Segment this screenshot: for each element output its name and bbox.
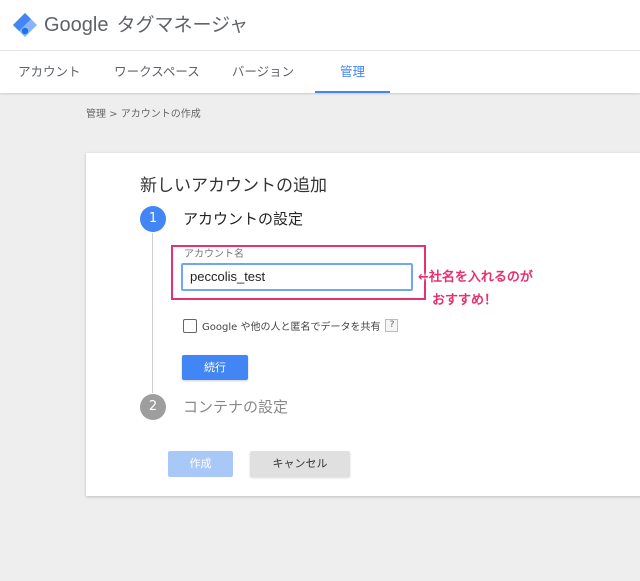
share-data-row: Google や他の人と匿名でデータを共有? (183, 315, 399, 333)
app-title: Google タグマネージャ (44, 12, 248, 38)
breadcrumb: 管理 > アカウントの作成 (86, 109, 201, 120)
active-tab-indicator (315, 91, 390, 93)
page-title: 新しいアカウントの追加 (140, 176, 327, 196)
create-button[interactable]: 作成 (168, 451, 233, 477)
brand-name: Google (44, 14, 109, 36)
app-header: Google タグマネージャ (0, 0, 640, 51)
tag-manager-logo-icon (13, 13, 37, 37)
annotation-line-2: おすすめ！ (432, 293, 498, 308)
step-2-title[interactable]: コンテナの設定 (183, 396, 288, 417)
tab-admin[interactable]: 管理 (315, 51, 390, 93)
continue-button[interactable]: 続行 (182, 355, 248, 380)
main-nav: アカウント ワークスペース バージョン 管理 (0, 51, 640, 93)
help-icon[interactable]: ? (385, 319, 399, 332)
step-1-badge: 1 (140, 206, 166, 232)
cancel-button[interactable]: キャンセル (250, 451, 350, 477)
share-data-checkbox[interactable] (183, 318, 197, 333)
step-connector-line (152, 233, 153, 393)
annotation-line-1: ←社名を入れるのが (418, 270, 533, 285)
tab-versions[interactable]: バージョン (230, 51, 296, 93)
step-2-badge: 2 (140, 394, 166, 420)
annotation-callout: ←社名を入れるのが おすすめ！ (418, 266, 533, 312)
account-name-label: アカウント名 (184, 249, 244, 260)
step-1-title: アカウントの設定 (183, 210, 304, 228)
new-account-card: 新しいアカウントの追加 1 アカウントの設定 アカウント名 peccolis_t… (86, 153, 640, 496)
product-name: タグマネージャ (116, 14, 249, 36)
tab-workspace[interactable]: ワークスペース (112, 51, 202, 93)
account-name-input[interactable]: peccolis_test (181, 263, 413, 291)
tab-account[interactable]: アカウント (18, 51, 81, 93)
share-data-label: Google や他の人と匿名でデータを共有 (202, 322, 381, 333)
